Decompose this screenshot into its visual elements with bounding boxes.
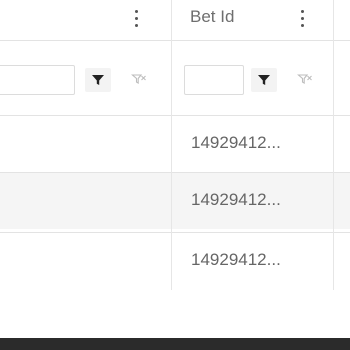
column-divider[interactable] <box>333 0 334 290</box>
page: Bet Id 14929412... 14929412... 14929412.… <box>0 0 350 350</box>
bet-id-filter-input[interactable] <box>184 65 244 95</box>
clear-filter-icon[interactable] <box>293 68 317 92</box>
column-menu-icon[interactable] <box>129 6 143 30</box>
data-grid: Bet Id 14929412... 14929412... 14929412.… <box>0 0 350 290</box>
grid-filter-row <box>0 41 350 115</box>
column-filter-input[interactable] <box>0 65 75 95</box>
column-menu-icon[interactable] <box>295 6 309 30</box>
table-row[interactable]: 14929412... <box>0 233 350 289</box>
bet-id-cell: 14929412... <box>191 190 281 209</box>
column-header-bet-id[interactable]: Bet Id <box>190 7 234 27</box>
table-row[interactable]: 14929412... <box>0 116 350 172</box>
bet-id-cell: 14929412... <box>191 250 281 269</box>
clear-filter-icon[interactable] <box>127 68 151 92</box>
column-divider[interactable] <box>171 0 172 290</box>
bet-id-cell: 14929412... <box>191 133 281 152</box>
grid-header-row: Bet Id <box>0 0 350 40</box>
filter-icon[interactable] <box>251 68 277 92</box>
table-row[interactable]: 14929412... <box>0 173 350 229</box>
filter-icon[interactable] <box>85 68 111 92</box>
bottom-bar <box>0 338 350 350</box>
